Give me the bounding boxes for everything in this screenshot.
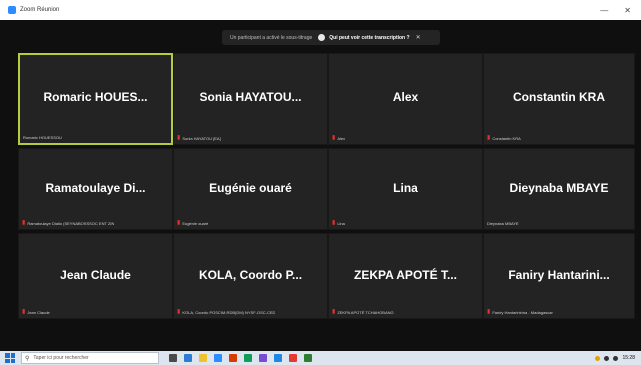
- participant-name: Lina: [393, 181, 418, 195]
- participant-label: ▮ Constantin KRA: [487, 135, 521, 141]
- wifi-icon[interactable]: [604, 355, 610, 361]
- minimize-icon[interactable]: —: [600, 6, 608, 15]
- clock[interactable]: 15:28: [622, 355, 635, 361]
- mic-muted-icon: ▮: [177, 220, 181, 226]
- close-icon[interactable]: ✕: [624, 6, 631, 15]
- participant-label: Dieynaba MBAYE: [487, 221, 519, 226]
- teams-icon[interactable]: [259, 354, 267, 362]
- participant-label: Romaric HOUESSOU: [23, 135, 62, 140]
- participant-name: KOLA, Coordo P...: [198, 267, 303, 282]
- participant-name: Romaric HOUES...: [43, 90, 148, 105]
- banner-message: Un participant a activé le sous-titrage: [230, 34, 313, 41]
- participant-label: ▮ Sonia HAYATOU [EA]: [177, 135, 221, 141]
- participant-name: Ramatoulaye Di...: [45, 181, 146, 195]
- mic-muted-icon: ▮: [22, 309, 26, 315]
- participant-label-text: Alex: [337, 135, 346, 141]
- word-icon[interactable]: [274, 354, 282, 362]
- task-view-icon[interactable]: [169, 354, 177, 362]
- excel-icon[interactable]: [304, 354, 312, 362]
- participant-tile[interactable]: Jean Claude ▮ Jean Claude: [18, 233, 173, 319]
- mic-muted-icon: ▮: [177, 135, 181, 141]
- participant-name: Constantin KRA: [513, 90, 605, 104]
- zoom-icon[interactable]: [214, 354, 222, 362]
- person-icon: [318, 34, 326, 41]
- start-button[interactable]: [5, 353, 15, 363]
- participant-name: Alex: [392, 90, 419, 104]
- participant-label: ▮ Jean Claude: [22, 309, 50, 315]
- window-title: Zoom Réunion: [20, 7, 60, 13]
- participant-label: ▮ Ramatoulaye Diallo (SEYNABOSSSOC ENT Z…: [22, 220, 114, 226]
- participant-name: Sonia HAYATOU...: [199, 90, 302, 104]
- volume-icon[interactable]: [613, 355, 619, 361]
- participant-label: ▮ Lina: [332, 220, 345, 226]
- zoom-logo-icon: [8, 6, 16, 14]
- participant-tile[interactable]: Alex ▮ Alex: [328, 53, 483, 145]
- mic-muted-icon: ▮: [332, 220, 336, 226]
- start-logo-quadrant: [10, 358, 15, 363]
- participant-label: ▮ Alex: [332, 135, 345, 141]
- participant-grid: Romaric HOUES... Romaric HOUESSOU Sonia …: [18, 53, 635, 319]
- title-bar: Zoom Réunion — ✕: [0, 0, 641, 20]
- participant-name: Jean Claude: [60, 267, 131, 282]
- participant-label-text: Faniry Hantarinirina - Madagascar: [492, 309, 553, 315]
- participant-label-text: Dieynaba MBAYE: [487, 221, 519, 226]
- participant-label-text: Ramatoulaye Diallo (SEYNABOSSSOC ENT ZIN: [27, 220, 115, 226]
- participant-name: Eugénie ouaré: [209, 181, 292, 195]
- participant-tile[interactable]: Dieynaba MBAYE Dieynaba MBAYE: [483, 148, 635, 230]
- participant-name: ZEKPA APOTÉ T...: [354, 267, 457, 282]
- mic-muted-icon: ▮: [487, 135, 491, 141]
- participant-tile[interactable]: ZEKPA APOTÉ T... ▮ ZEKPA APOTÉ TCHAHOBAN…: [328, 233, 483, 319]
- participant-label-text: Sonia HAYATOU [EA]: [182, 135, 221, 141]
- participant-tile[interactable]: Romaric HOUES... Romaric HOUESSOU: [18, 53, 173, 145]
- chrome-icon[interactable]: [244, 354, 252, 362]
- start-logo-quadrant: [5, 353, 10, 358]
- office-icon[interactable]: [229, 354, 237, 362]
- mic-muted-icon: ▮: [487, 309, 491, 315]
- participant-label-text: Constantin KRA: [492, 135, 521, 141]
- participant-label-text: Jean Claude: [27, 309, 50, 315]
- participant-label: ▮ ZEKPA APOTÉ TCHAHOBANG: [332, 309, 394, 315]
- taskbar-search[interactable]: ⚲ Taper ici pour rechercher: [21, 352, 159, 364]
- weather-icon[interactable]: [595, 355, 601, 361]
- mic-muted-icon: ▮: [22, 220, 26, 226]
- window-controls: — ✕: [600, 6, 631, 15]
- start-logo-quadrant: [5, 358, 10, 363]
- participant-tile[interactable]: Eugénie ouaré ▮ Eugénie ouaré: [173, 148, 328, 230]
- participant-tile[interactable]: Ramatoulaye Di... ▮ Ramatoulaye Diallo (…: [18, 148, 173, 230]
- participant-label: ▮ Eugénie ouaré: [177, 220, 208, 226]
- participant-name: Dieynaba MBAYE: [509, 181, 609, 195]
- windows-taskbar: ⚲ Taper ici pour rechercher 15:28: [0, 351, 641, 365]
- app-icon[interactable]: [289, 354, 297, 362]
- taskbar-apps: [169, 354, 312, 362]
- participant-label: ▮ KOLA, Coordo POSCIM-RDB(DM) NYSF-OSC-C…: [177, 309, 275, 315]
- transcription-link[interactable]: Qui peut voir cette transcription ?: [329, 35, 409, 41]
- participant-tile[interactable]: Lina ▮ Lina: [328, 148, 483, 230]
- participant-label: ▮ Faniry Hantarinirina - Madagascar: [487, 309, 553, 315]
- system-tray: 15:28: [595, 355, 635, 361]
- start-logo-quadrant: [10, 353, 15, 358]
- participant-tile[interactable]: Faniry Hantarini... ▮ Faniry Hantariniri…: [483, 233, 635, 319]
- participant-tile[interactable]: KOLA, Coordo P... ▮ KOLA, Coordo POSCIM-…: [173, 233, 328, 319]
- participant-tile[interactable]: Sonia HAYATOU... ▮ Sonia HAYATOU [EA]: [173, 53, 328, 145]
- participant-tile[interactable]: Constantin KRA ▮ Constantin KRA: [483, 53, 635, 145]
- search-placeholder: Taper ici pour rechercher: [33, 355, 89, 361]
- search-icon: ⚲: [25, 355, 30, 362]
- mic-muted-icon: ▮: [332, 309, 336, 315]
- edge-icon[interactable]: [184, 354, 192, 362]
- participant-label-text: Romaric HOUESSOU: [23, 135, 62, 140]
- file-explorer-icon[interactable]: [199, 354, 207, 362]
- participant-label-text: KOLA, Coordo POSCIM-RDB(DM) NYSF-OSC-CED: [182, 309, 276, 315]
- participant-label-text: Lina: [337, 220, 345, 226]
- transcription-banner: Un participant a activé le sous-titrage …: [222, 30, 440, 45]
- participant-label-text: ZEKPA APOTÉ TCHAHOBANG: [337, 309, 394, 315]
- close-icon[interactable]: ✕: [416, 34, 421, 41]
- participant-name: Faniry Hantarini...: [508, 267, 610, 282]
- participant-label-text: Eugénie ouaré: [182, 220, 209, 226]
- mic-muted-icon: ▮: [177, 309, 181, 315]
- mic-muted-icon: ▮: [332, 135, 336, 141]
